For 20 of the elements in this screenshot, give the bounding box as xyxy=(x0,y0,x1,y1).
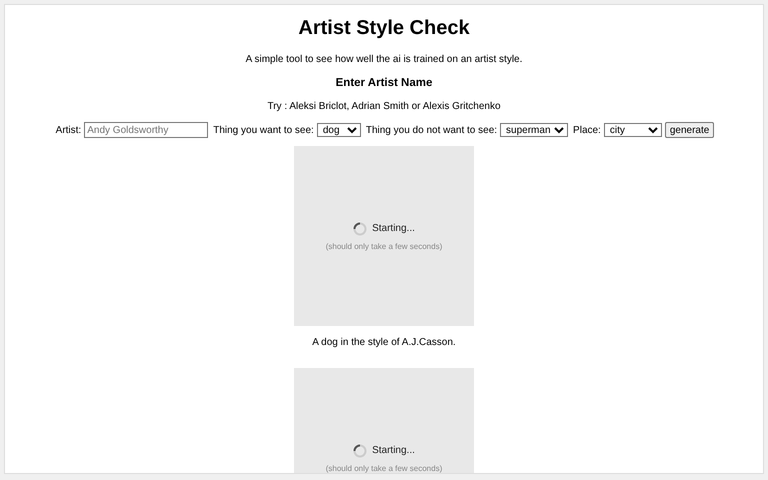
page-title: Artist Style Check xyxy=(298,17,470,40)
dropdown[interactable]: city xyxy=(604,123,662,137)
section-heading: Enter Artist Name xyxy=(336,77,432,89)
field-label: Thing you do not want to see: xyxy=(366,124,498,136)
field-label: Place: xyxy=(573,124,601,136)
status-note: (should only take a few seconds) xyxy=(326,464,442,472)
spinner-icon xyxy=(353,444,368,458)
status-text: Starting... xyxy=(372,445,415,456)
hint-text: Try : Aleksi Briclot, Adrian Smith or Alexis Gritchenko xyxy=(267,101,501,112)
field-label: Thing you want to see: xyxy=(213,124,314,136)
status-text: Starting... xyxy=(372,223,415,234)
dropdown[interactable]: superman xyxy=(500,123,568,137)
spinner-icon xyxy=(353,222,368,236)
generate-button[interactable]: generate xyxy=(664,122,714,138)
dropdown[interactable]: dog xyxy=(316,123,361,137)
status-note: (should only take a few seconds) xyxy=(326,242,442,250)
image-caption: A dog in the style of A.J.Casson. xyxy=(312,337,456,348)
field-label: Artist: xyxy=(56,124,82,136)
subtitle: A simple tool to see how well the ai is trained on an artist style. xyxy=(246,54,522,65)
text-field[interactable]: Andy Goldsworthy xyxy=(84,122,208,138)
